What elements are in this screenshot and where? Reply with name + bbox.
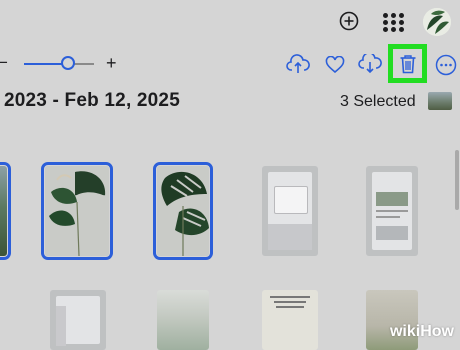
zoom-out-button[interactable]: − (0, 53, 8, 73)
date-range-title: 2023 - Feb 12, 2025 (4, 90, 180, 111)
zoom-slider-knob[interactable] (61, 56, 75, 70)
scrollbar[interactable] (455, 150, 459, 210)
favorite-button[interactable] (323, 54, 347, 76)
keyboard (268, 224, 312, 250)
upload-button[interactable] (285, 53, 311, 75)
upload-icon (286, 54, 310, 73)
photo-thumbnail[interactable] (366, 290, 418, 350)
avatar-plant-icon (423, 8, 451, 36)
add-button[interactable] (338, 10, 360, 32)
photo-thumbnail[interactable] (366, 166, 418, 256)
download-icon (358, 54, 382, 74)
more-button[interactable] (434, 53, 458, 77)
phone-screen (268, 172, 312, 250)
download-button[interactable] (357, 53, 383, 75)
more-icon (435, 54, 457, 76)
dialog-box (274, 186, 308, 214)
monstera-image (45, 166, 109, 256)
trash-icon (400, 54, 415, 73)
apps-grid-icon (383, 12, 388, 18)
wikihow-watermark: wikiHow (389, 323, 454, 340)
monstera-image (157, 166, 209, 256)
photo-thumbnail[interactable] (262, 290, 318, 350)
phone-screen (56, 296, 100, 346)
photo-thumbnail[interactable] (157, 290, 209, 350)
heart-icon (325, 56, 345, 74)
screen-image (376, 192, 408, 206)
delete-button[interactable] (393, 49, 422, 78)
phone-screen (372, 172, 412, 250)
selected-count: 3 Selected (340, 93, 416, 110)
photo-thumbnail[interactable] (50, 290, 106, 350)
add-icon (339, 11, 359, 31)
avatar[interactable] (423, 8, 451, 36)
apps-grid-button[interactable] (383, 12, 405, 32)
zoom-in-button[interactable]: + (106, 53, 117, 74)
selected-thumbnail[interactable] (428, 92, 452, 110)
zoom-slider-track-rest[interactable] (74, 63, 94, 65)
photo-thumbnail[interactable] (153, 162, 213, 260)
photo-thumbnail[interactable] (0, 162, 11, 260)
photo-thumbnail[interactable] (262, 166, 318, 256)
photo-thumbnail[interactable] (41, 162, 113, 260)
